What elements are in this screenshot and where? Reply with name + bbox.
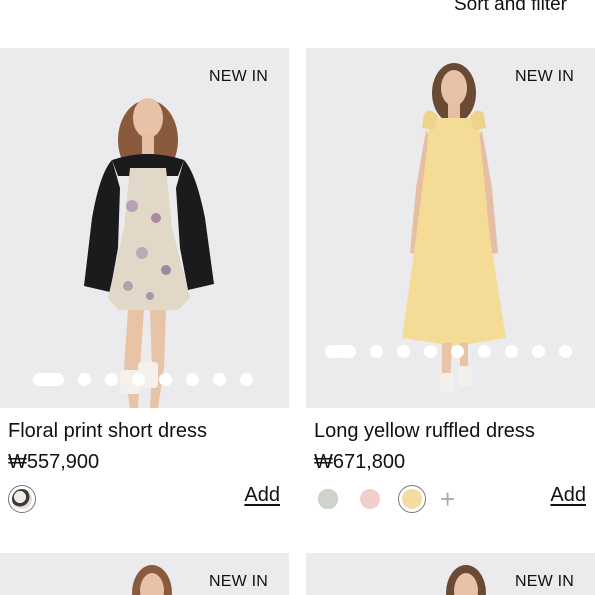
carousel-dot[interactable] (532, 345, 545, 358)
carousel-dot[interactable] (240, 373, 253, 386)
carousel-dot[interactable] (105, 373, 118, 386)
product-price: ₩557,900 (8, 451, 100, 473)
add-button[interactable]: Add (244, 484, 280, 507)
sort-and-filter-button[interactable]: Sort and filter (454, 0, 567, 16)
carousel-dot[interactable] (132, 373, 145, 386)
product-price: ₩671,800 (314, 451, 406, 473)
carousel-dot[interactable] (478, 345, 491, 358)
carousel-dot[interactable] (451, 345, 464, 358)
product-card[interactable]: NEW IN Long yellow ruffled dress ₩671,80… (306, 48, 595, 518)
product-image[interactable]: NEW IN (306, 553, 595, 595)
carousel-dot[interactable] (370, 345, 383, 358)
new-in-badge: NEW IN (515, 573, 574, 590)
product-image[interactable]: NEW IN (0, 553, 289, 595)
product-image[interactable]: NEW IN (0, 48, 289, 408)
add-button[interactable]: Add (550, 484, 586, 507)
carousel-dot-active[interactable] (325, 345, 356, 358)
carousel-dot[interactable] (159, 373, 172, 386)
product-card[interactable]: NEW IN (306, 553, 595, 595)
more-colors-icon[interactable]: + (440, 486, 455, 512)
image-carousel-dots[interactable] (33, 373, 253, 386)
carousel-dot[interactable] (505, 345, 518, 358)
color-swatch-floral[interactable] (8, 485, 36, 513)
product-name[interactable]: Floral print short dress (8, 420, 289, 443)
model-photo (84, 98, 214, 408)
carousel-dot[interactable] (559, 345, 572, 358)
carousel-dot[interactable] (186, 373, 199, 386)
carousel-dot-active[interactable] (33, 373, 64, 386)
color-swatch-yellow[interactable] (398, 485, 426, 513)
product-card[interactable]: NEW IN Floral print short dress ₩557,900… (0, 48, 289, 518)
image-carousel-dots[interactable] (325, 345, 572, 358)
product-card[interactable]: NEW IN (0, 553, 289, 595)
new-in-badge: NEW IN (515, 68, 574, 85)
color-swatches: + (314, 484, 455, 514)
color-swatches (8, 484, 36, 514)
carousel-dot[interactable] (424, 345, 437, 358)
product-name[interactable]: Long yellow ruffled dress (314, 420, 595, 443)
color-swatch-sage[interactable] (314, 485, 342, 513)
carousel-dot[interactable] (213, 373, 226, 386)
new-in-badge: NEW IN (209, 573, 268, 590)
product-image[interactable]: NEW IN (306, 48, 595, 408)
new-in-badge: NEW IN (209, 68, 268, 85)
carousel-dot[interactable] (397, 345, 410, 358)
carousel-dot[interactable] (78, 373, 91, 386)
color-swatch-pink[interactable] (356, 485, 384, 513)
